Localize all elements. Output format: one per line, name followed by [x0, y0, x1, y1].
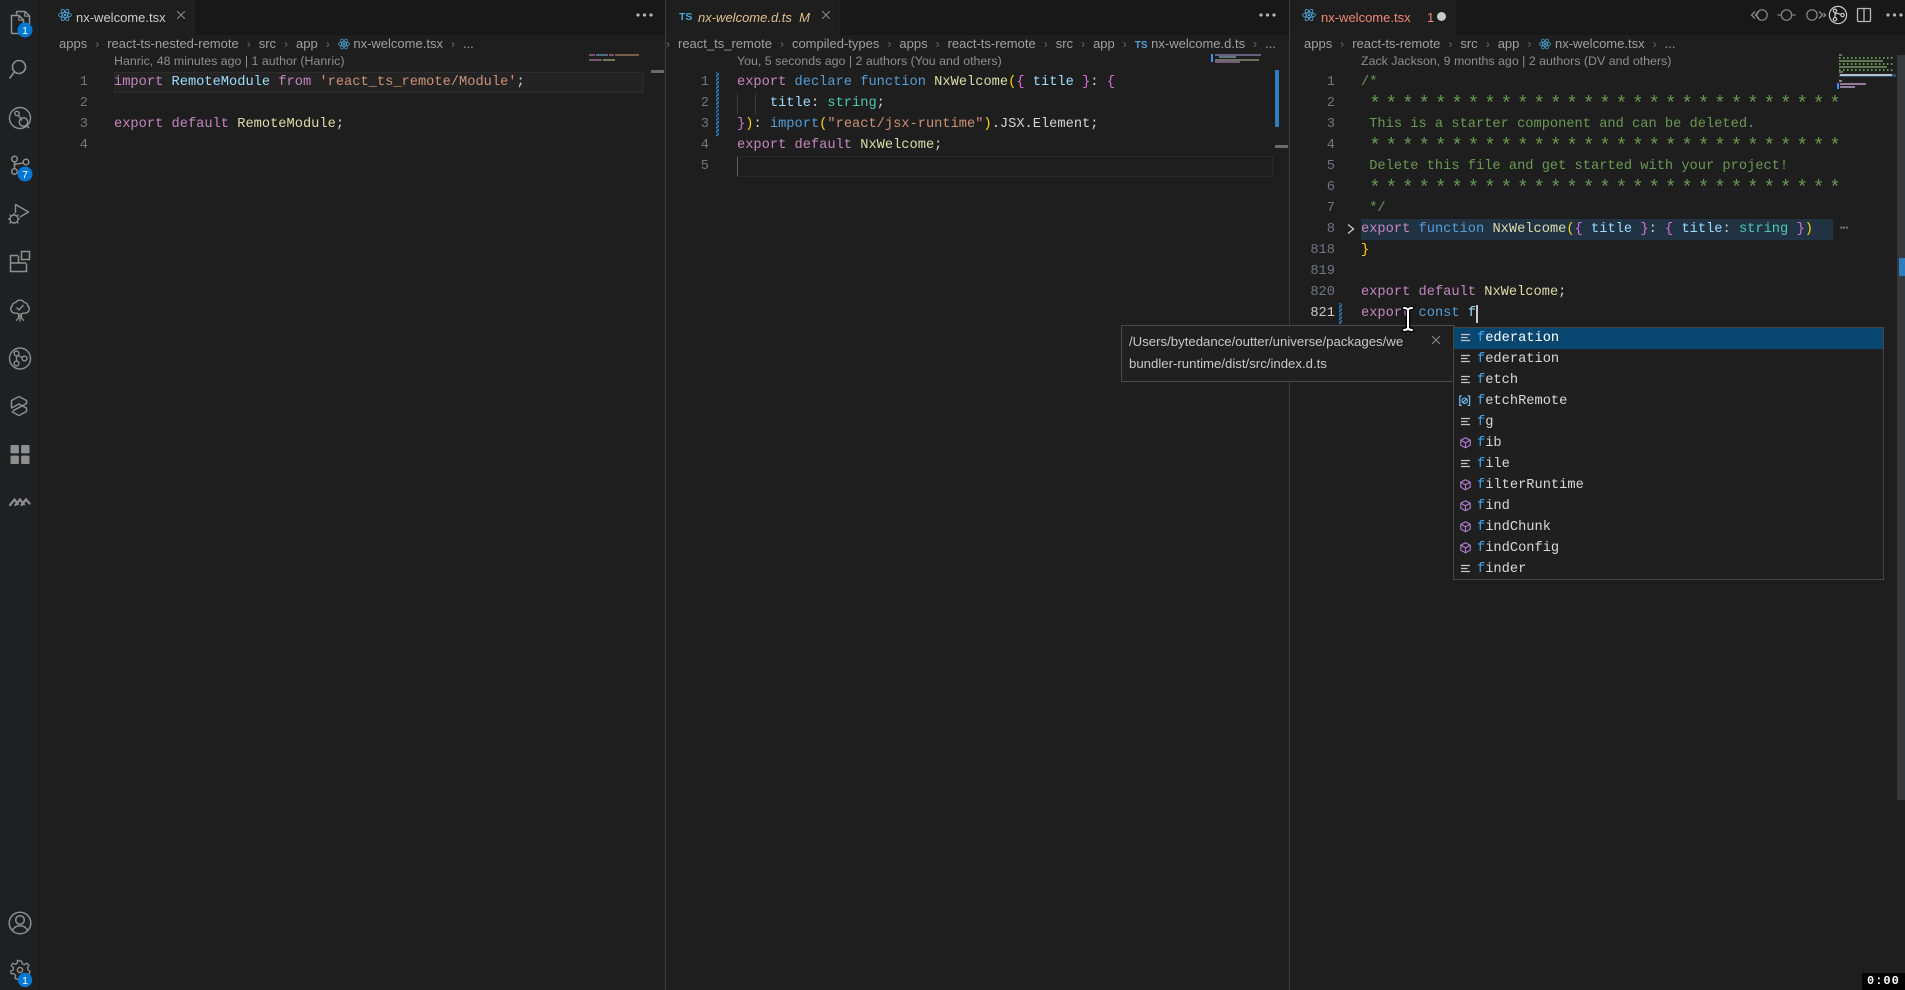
- svg-text:7: 7: [22, 169, 28, 181]
- svg-text:1: 1: [22, 25, 28, 37]
- svg-text:1: 1: [22, 975, 28, 987]
